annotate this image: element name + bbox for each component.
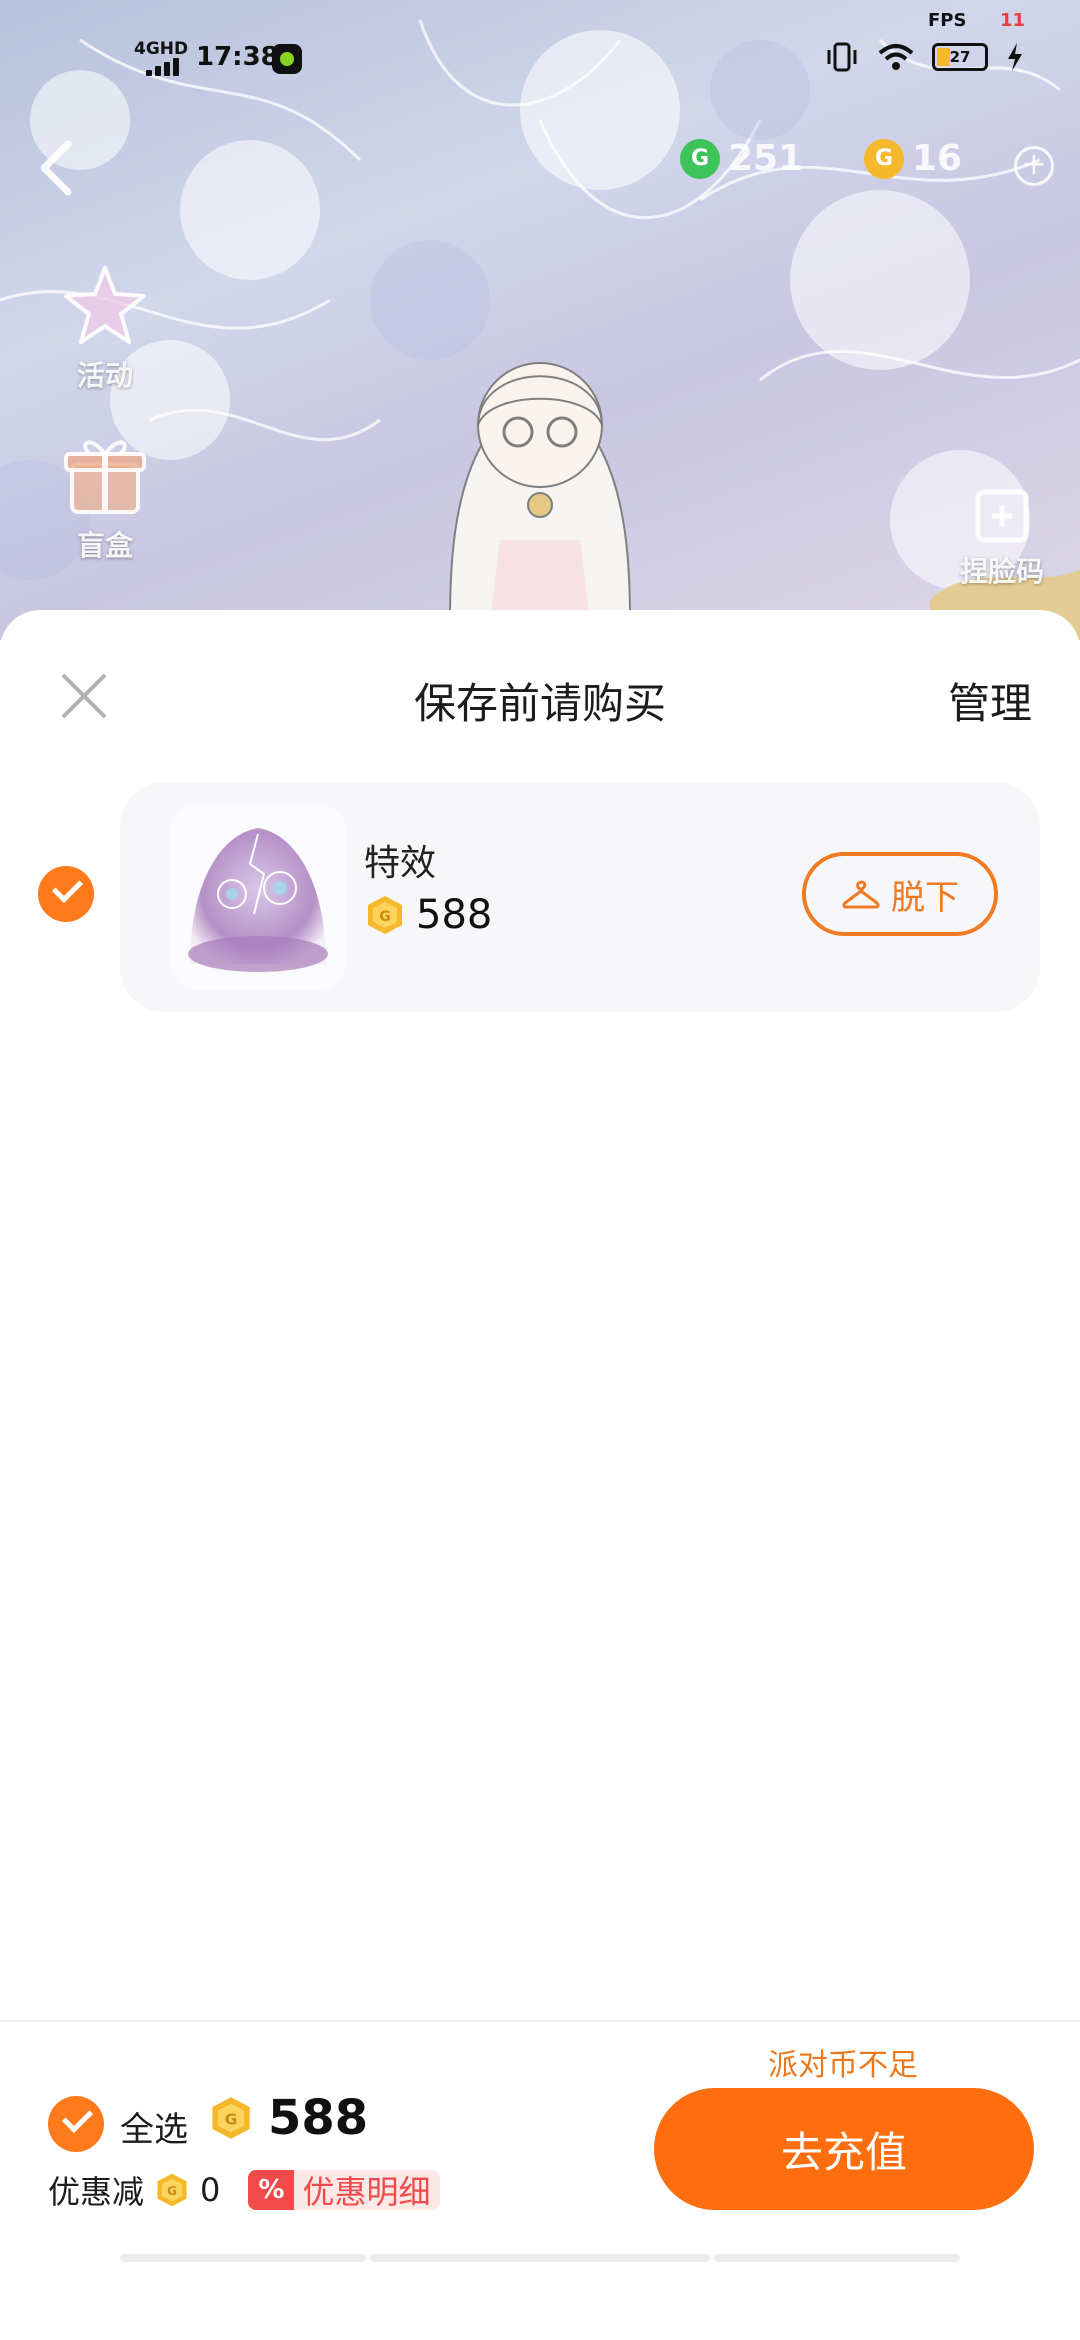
face-code-icon <box>975 489 1029 543</box>
back-arrow-icon[interactable] <box>36 138 76 198</box>
total-price-value: 588 <box>268 2090 369 2146</box>
charging-icon <box>1008 43 1022 71</box>
manage-button[interactable]: 管理 <box>948 670 1032 731</box>
add-currency-button[interactable]: + <box>1014 146 1054 186</box>
insufficient-funds-notice: 派对币不足 <box>768 2048 918 2083</box>
svg-text:G: G <box>225 2111 238 2129</box>
wifi-icon <box>878 44 914 70</box>
green-coin-icon: G <box>680 138 720 179</box>
gift-icon <box>64 440 146 514</box>
effect-preview-image <box>170 804 346 990</box>
side-button-activity-label: 活动 <box>76 359 133 392</box>
fps-value: 11 <box>1000 10 1026 31</box>
side-button-blindbox-label: 盲盒 <box>76 529 133 562</box>
discount-percent-badge: % <box>248 2170 295 2210</box>
discount-row: 优惠减 G 0 % 优惠明细 <box>48 2167 441 2213</box>
item-thumbnail <box>170 804 346 990</box>
green-currency[interactable]: G 251 <box>680 138 803 179</box>
sheet-title: 保存前请购买 <box>413 679 666 728</box>
status-bar: 4GHD 17:38 FPS 11 27 <box>0 0 1080 120</box>
total-price: G 588 <box>208 2090 368 2146</box>
discount-label: 优惠减 <box>48 2173 145 2211</box>
take-off-label: 脱下 <box>891 877 959 918</box>
item-price-value: 588 <box>416 892 493 938</box>
side-button-face-code-label: 捏脸码 <box>960 555 1045 588</box>
take-off-button[interactable]: 脱下 <box>802 852 998 936</box>
battery-level: 27 <box>949 48 971 66</box>
svg-text:G: G <box>379 909 391 925</box>
item-name: 特效 <box>364 843 437 884</box>
star-icon <box>64 266 146 344</box>
discount-detail-link[interactable]: % 优惠明细 <box>248 2170 441 2211</box>
vibrate-icon <box>827 42 857 72</box>
discount-value: 0 <box>200 2171 221 2209</box>
svg-text:G: G <box>167 2184 177 2198</box>
select-all-checkbox[interactable] <box>48 2096 104 2152</box>
fps-label: FPS <box>928 10 967 31</box>
side-button-face-code[interactable]: 捏脸码 <box>960 486 1044 590</box>
network-type: 4GHD <box>134 39 189 59</box>
signal-icon <box>146 58 179 76</box>
recharge-button[interactable]: 去充值 <box>654 2088 1034 2210</box>
clock: 17:38 <box>196 42 279 72</box>
avatar-scene-background: 4GHD 17:38 FPS 11 27 G 251 G 16 + 活动 盲盒 … <box>0 0 1080 640</box>
bottom-indicator <box>120 2254 366 2262</box>
gold-currency-amount: 16 <box>912 138 963 179</box>
battery-icon: 27 <box>932 43 988 71</box>
gold-coin-icon: G <box>157 2173 187 2207</box>
checkout-footer: 全选 G 588 优惠减 G 0 % 优惠明细 派对币不足 去充值 <box>0 2020 1080 2340</box>
hanger-icon <box>842 880 880 909</box>
cart-item-card[interactable]: 特效 G 588 脱下 <box>120 782 1040 1012</box>
side-button-blindbox[interactable]: 盲盒 <box>60 430 150 564</box>
purchase-sheet: 保存前请购买 管理 特效 G 588 脱下 全选 G 588 优惠减 G 0 %… <box>0 610 1080 2340</box>
side-button-activity[interactable]: 活动 <box>60 260 150 394</box>
app-notification-icon <box>272 44 302 74</box>
green-currency-amount: 251 <box>728 138 804 179</box>
select-all-label[interactable]: 全选 <box>120 2102 188 2151</box>
gold-coin-icon: G <box>864 138 904 179</box>
bottom-indicator <box>370 2254 710 2262</box>
gold-coin-icon: G <box>212 2097 250 2139</box>
item-price: G 588 <box>364 892 492 938</box>
bottom-indicator <box>714 2254 960 2262</box>
item-checkbox[interactable] <box>38 866 94 922</box>
gold-currency[interactable]: G 16 <box>864 138 962 179</box>
gold-coin-icon: G <box>368 896 402 934</box>
system-icons: 27 <box>824 42 1024 72</box>
discount-detail-label: 优惠明细 <box>302 2173 431 2211</box>
